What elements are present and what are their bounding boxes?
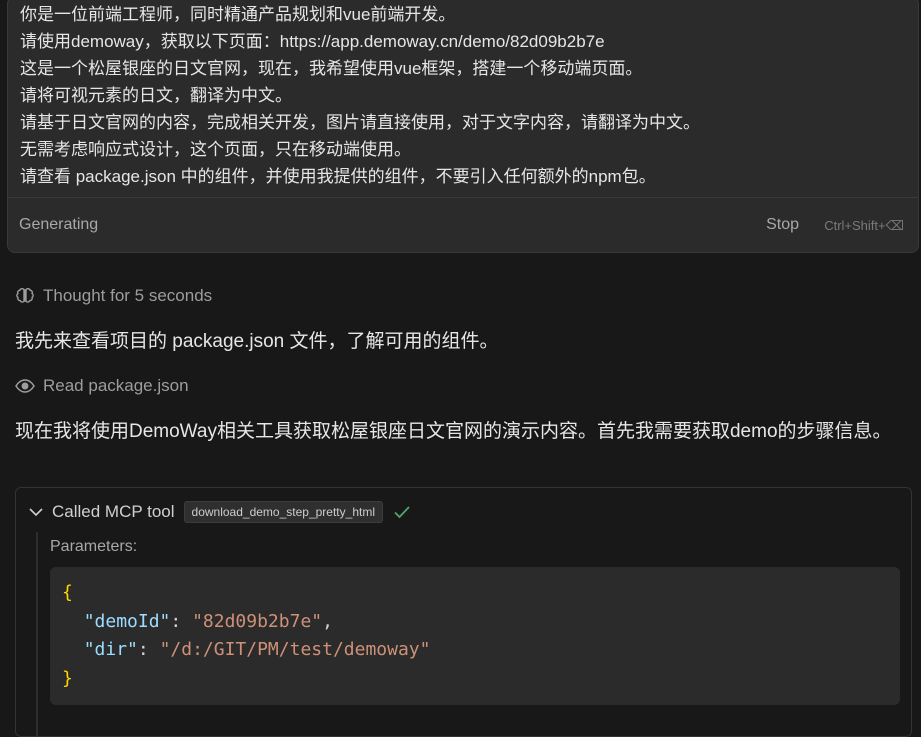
tool-body-rail xyxy=(36,532,38,736)
parameters-code-block: { "demoId": "82d09b2b7e", "dir": "/d:/GI… xyxy=(50,567,900,705)
eye-icon xyxy=(15,379,35,393)
prompt-line: 这是一个松屋银座的日文官网，现在，我希望使用vue框架，搭建一个移动端页面。 xyxy=(20,59,643,78)
chevron-down-icon xyxy=(29,508,43,517)
prompt-line: 请查看 package.json 中的组件，并使用我提供的组件，不要引入任何额外… xyxy=(20,167,656,186)
code-line: "dir": "/d:/GIT/PM/test/demoway" xyxy=(83,639,431,660)
prompt-box: 你是一位前端工程师，同时精通产品规划和vue前端开发。 请使用demoway，获… xyxy=(7,0,919,253)
code-line: } xyxy=(62,665,73,693)
prompt-line: 你是一位前端工程师，同时精通产品规划和vue前端开发。 xyxy=(20,5,456,24)
code-open-brace: { xyxy=(62,582,73,603)
stop-shortcut-hint: Ctrl+Shift+⌫ xyxy=(824,218,904,233)
stop-button[interactable]: Stop xyxy=(766,216,799,234)
mcp-tool-card: Called MCP tool download_demo_step_prett… xyxy=(15,487,912,737)
code-string: "/d:/GIT/PM/test/demoway" xyxy=(159,639,431,660)
assistant-message: 现在我将使用DemoWay相关工具获取松屋银座日文官网的演示内容。首先我需要获取… xyxy=(15,421,892,442)
generating-status: Generating xyxy=(19,216,99,233)
code-key: "demoId" xyxy=(83,611,171,632)
code-key: "dir" xyxy=(83,639,138,660)
assistant-message: 我先来查看项目的 package.json 文件，了解可用的组件。 xyxy=(15,331,499,352)
prompt-line: 请将可视元素的日文，翻译为中文。 xyxy=(20,86,292,105)
prompt-line: 请使用demoway，获取以下页面：https://app.demoway.cn… xyxy=(20,32,605,51)
thought-toggle[interactable]: Thought for 5 seconds xyxy=(15,284,212,308)
code-line: "demoId": "82d09b2b7e", xyxy=(83,611,333,632)
read-file-label: Read package.json xyxy=(43,376,189,395)
mcp-tool-title: Called MCP tool xyxy=(52,502,175,521)
prompt-line: 请基于日文官网的内容，完成相关开发，图片请直接使用，对于文字内容，请翻译为中文。 xyxy=(20,113,700,132)
read-file-action[interactable]: Read package.json xyxy=(15,374,189,398)
prompt-text: 你是一位前端工程师，同时精通产品规划和vue前端开发。 请使用demoway，获… xyxy=(20,1,700,190)
code-line: { xyxy=(62,579,73,607)
prompt-footer: Generating Stop Ctrl+Shift+⌫ xyxy=(8,197,918,254)
prompt-line: 无需考虑响应式设计，这个页面，只在移动端使用。 xyxy=(20,140,411,159)
check-icon xyxy=(394,506,410,519)
code-string: "82d09b2b7e" xyxy=(192,611,323,632)
parameters-label: Parameters: xyxy=(50,538,138,555)
brain-icon xyxy=(16,288,34,303)
mcp-tool-header[interactable]: Called MCP tool download_demo_step_prett… xyxy=(28,500,411,524)
thought-label: Thought for 5 seconds xyxy=(43,286,213,305)
tool-name-badge: download_demo_step_pretty_html xyxy=(183,501,383,523)
code-close-brace: } xyxy=(62,668,73,689)
